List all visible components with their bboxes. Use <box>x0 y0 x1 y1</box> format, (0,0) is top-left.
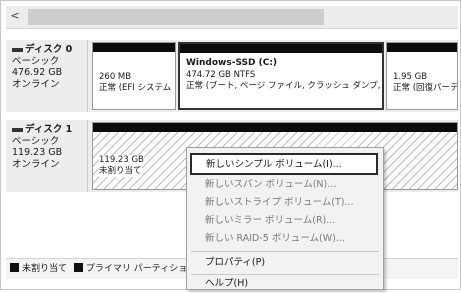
horizontal-scrollbar[interactable]: < <box>6 6 458 29</box>
disk-icon <box>12 47 23 52</box>
partition-recovery[interactable]: 1.95 GB 正常 (回復パーティシ <box>386 42 458 110</box>
partition-bar <box>387 43 457 52</box>
partition-c-size: 474.72 GB NTFS <box>186 70 256 80</box>
disk-1-name: ディスク 1 <box>25 124 73 135</box>
menu-item-new-striped-volume[interactable]: 新しいストライプ ボリューム(T)... <box>205 194 354 212</box>
disk-1-type: ベーシック <box>12 135 60 147</box>
partition-efi[interactable]: 260 MB 正常 (EFI システム <box>92 42 176 110</box>
legend-unallocated: 未割り当て <box>22 264 68 274</box>
scrollbar-thumb[interactable] <box>28 9 324 25</box>
partition-bar <box>93 43 175 52</box>
disk-0-label[interactable]: ディスク 0 ベーシック 476.92 GB オンライン <box>6 40 88 112</box>
menu-item-help[interactable]: ヘルプ(H) <box>205 275 248 293</box>
disk-0-size: 476.92 GB <box>12 67 63 78</box>
unallocated-status: 未割り当て <box>99 166 142 177</box>
partition-c-status: 正常 (ブート, ページ ファイル, クラッシュ ダンプ, ベー <box>186 81 384 91</box>
menu-item-properties[interactable]: プロパティ(P) <box>205 254 265 272</box>
menu-item-new-simple-volume[interactable]: 新しいシンプル ボリューム(I)... <box>190 153 378 175</box>
partition-c-title: Windows-SSD (C:) <box>186 58 278 68</box>
menu-item-new-mirror-volume[interactable]: 新しいミラー ボリューム(R)... <box>205 212 335 230</box>
partition-bar <box>93 123 457 132</box>
disk-icon <box>12 127 23 132</box>
unallocated-size: 119.23 GB <box>99 155 144 166</box>
scroll-left-arrow-icon[interactable]: < <box>8 8 22 24</box>
disk-0-row: ディスク 0 ベーシック 476.92 GB オンライン 260 MB 正常 (… <box>6 40 458 112</box>
partition-efi-size: 260 MB <box>99 72 132 82</box>
legend-primary-swatch <box>73 263 83 272</box>
disk-0-type: ベーシック <box>12 55 60 67</box>
partition-efi-status: 正常 (EFI システム <box>99 83 172 93</box>
legend-primary: プライマリ パーティション <box>85 264 197 274</box>
partition-recovery-size: 1.95 GB <box>393 72 428 82</box>
disk-0-status: オンライン <box>12 78 60 90</box>
disk-0-name: ディスク 0 <box>25 44 73 55</box>
legend-unallocated-swatch <box>10 263 19 272</box>
menu-separator <box>191 251 379 252</box>
disk-1-status: オンライン <box>12 158 60 170</box>
disk-1-size: 119.23 GB <box>12 147 63 158</box>
menu-item-new-spanned-volume[interactable]: 新しいスパン ボリューム(N)... <box>205 176 336 194</box>
partition-bar <box>180 44 382 53</box>
disk-1-label[interactable]: ディスク 1 ベーシック 119.23 GB オンライン <box>6 120 88 192</box>
partition-recovery-status: 正常 (回復パーティシ <box>393 83 458 93</box>
partition-c[interactable]: Windows-SSD (C:) 474.72 GB NTFS 正常 (ブート,… <box>178 42 384 110</box>
menu-item-new-raid5-volume[interactable]: 新しい RAID-5 ボリューム(W)... <box>205 230 345 248</box>
context-menu: 新しいシンプル ボリューム(I)... 新しいスパン ボリューム(N)... 新… <box>186 147 384 290</box>
